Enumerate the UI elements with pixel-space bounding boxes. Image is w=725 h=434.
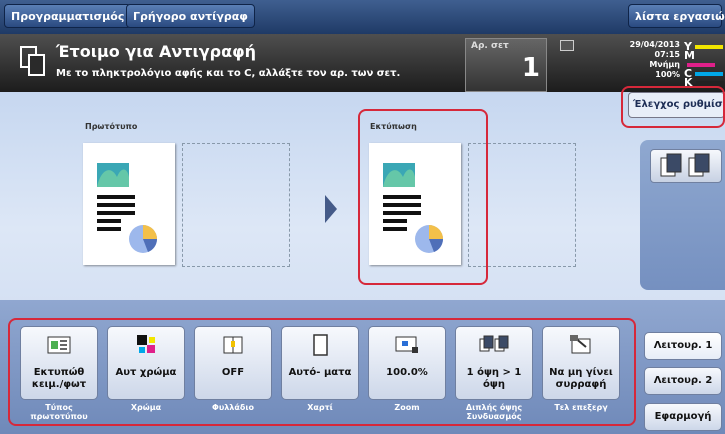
apply-button[interactable]: Εφαρμογή [644, 403, 722, 431]
time-text: 07:15 [654, 50, 680, 59]
toner-bar-y [694, 45, 723, 49]
function-tab-1[interactable]: Λειτουρ. 1 [644, 332, 722, 360]
job-list-button[interactable]: λίστα εργασιών [628, 4, 725, 28]
function-tab-2[interactable]: Λειτουρ. 2 [644, 367, 722, 395]
direction-arrow-icon [325, 195, 337, 223]
toner-levels: Y M C K [684, 41, 725, 88]
original-secondary-page-outline [182, 143, 290, 267]
quick-copy-button[interactable]: Γρήγορο αντίγραφ [126, 4, 255, 28]
sets-display: Αρ. σετ 1 [465, 38, 547, 92]
memory-label: Μνήμη [649, 60, 680, 69]
original-label: Πρωτότυπο [85, 122, 138, 131]
programs-button[interactable]: Προγραμματισμός [4, 4, 132, 28]
toner-bar-c [695, 72, 724, 76]
sets-label: Αρ. σετ [471, 41, 509, 51]
sets-value: 1 [521, 53, 540, 83]
settings-panel-icon [560, 40, 574, 51]
original-page [83, 143, 175, 265]
duplex-preview-button[interactable] [650, 149, 722, 183]
copy-icon [20, 46, 46, 76]
check-settings-highlight [621, 86, 725, 128]
memory-value: 100% [655, 70, 680, 79]
output-highlight [358, 109, 488, 285]
clock-panel: 29/04/2013 07:15 Μνήμη 100% [600, 40, 680, 80]
document-illustration-icon [97, 163, 157, 253]
date-text: 29/04/2013 [629, 40, 680, 49]
status-title: Έτοιμο για Αντιγραφή [56, 42, 256, 61]
status-message: Με το πληκτρολόγιο αφής και το C, αλλάξτ… [56, 68, 401, 79]
duplex-pages-icon [660, 153, 710, 177]
function-keys-highlight [8, 318, 636, 426]
toner-bar-k [695, 81, 724, 85]
